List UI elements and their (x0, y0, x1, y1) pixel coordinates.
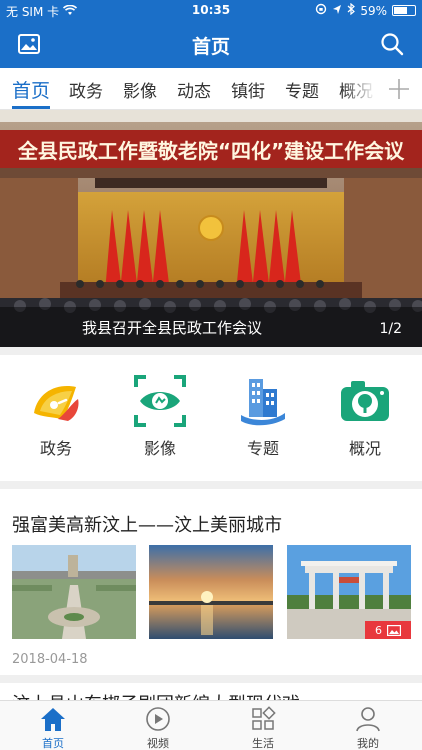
article-title[interactable]: 强富美高新汶上——汶上美丽城市 (12, 511, 282, 537)
quick-label-government: 政务 (39, 439, 72, 458)
grid-icon (252, 706, 276, 730)
tab-government[interactable]: 政务 (69, 77, 103, 102)
quick-menu: 政务 影像 专题 概况 (0, 355, 422, 481)
camera-tree-icon (341, 381, 389, 421)
quick-label-images: 影像 (143, 439, 176, 458)
article-thumb-1[interactable] (12, 545, 136, 639)
battery-icon (392, 5, 416, 16)
tab-topics[interactable]: 专题 (285, 77, 319, 102)
tabbar-label-video: 视频 (147, 737, 169, 750)
active-tab-indicator (12, 106, 50, 109)
tab-images[interactable]: 影像 (123, 77, 157, 102)
plus-icon (389, 79, 409, 99)
buildings-icon (241, 379, 285, 426)
bottom-tab-bar: 首页 视频 生活 我的 (0, 700, 422, 750)
tab-home[interactable]: 首页 (12, 76, 50, 103)
photo-count-badge: 6 (365, 621, 411, 639)
quick-label-overview: 概况 (348, 439, 381, 458)
quick-label-topics: 专题 (246, 439, 279, 458)
tabbar-label-mine: 我的 (357, 737, 379, 750)
tabbar-life[interactable]: 生活 (228, 705, 298, 750)
article-thumb-3[interactable]: 6 (287, 545, 411, 639)
scroll-icon (34, 386, 79, 421)
banner-carousel[interactable]: 全县民政工作暨敬老院“四化”建设工作会议 我县召开全县民政工作会议 1/2 (0, 110, 422, 347)
article-date: 2018-04-18 (12, 652, 88, 667)
quick-item-overview[interactable]: 概况 (325, 373, 405, 459)
home-icon (41, 708, 65, 731)
tabbar-home[interactable]: 首页 (18, 705, 88, 750)
eye-scan-icon (134, 375, 186, 427)
quick-item-topics[interactable]: 专题 (223, 373, 303, 459)
sunset-lake-photo (149, 545, 273, 639)
tabbar-video[interactable]: 视频 (123, 705, 193, 750)
rotation-lock-icon (315, 3, 327, 18)
article-card[interactable]: 强富美高新汶上——汶上美丽城市 6 2018-04-18 (0, 489, 422, 699)
tabbar-label-life: 生活 (252, 737, 274, 750)
play-icon (146, 707, 170, 731)
bluetooth-icon (347, 2, 356, 18)
article-thumb-2[interactable] (149, 545, 273, 639)
tab-news[interactable]: 动态 (177, 77, 211, 102)
gallery-icon (387, 624, 401, 636)
banner-headline: 全县民政工作暨敬老院“四化”建设工作会议 (17, 139, 405, 163)
banner-pager: 1/2 (379, 321, 402, 337)
category-tabs: 首页 政务 影像 动态 镇街 专题 概况 (0, 68, 422, 110)
location-icon (332, 4, 342, 18)
person-icon (356, 707, 380, 732)
quick-item-images[interactable]: 影像 (120, 373, 200, 459)
photo-count: 6 (375, 623, 382, 637)
status-bar: 无 SIM 卡 10:35 59% (0, 0, 422, 22)
top-bar: 无 SIM 卡 10:35 59% 首页 (0, 0, 422, 68)
tabbar-mine[interactable]: 我的 (333, 705, 403, 750)
page-title: 首页 (191, 36, 230, 58)
battery-percent: 59% (360, 3, 387, 18)
search-icon[interactable] (380, 32, 404, 56)
tab-towns[interactable]: 镇街 (231, 77, 265, 102)
plaza-photo (12, 545, 136, 639)
nav-bar: 首页 (0, 22, 422, 68)
banner-caption[interactable]: 我县召开全县民政工作会议 (82, 317, 262, 338)
tabbar-label-home: 首页 (42, 737, 64, 750)
quick-item-government[interactable]: 政务 (16, 373, 96, 459)
add-tab-button[interactable] (376, 68, 422, 109)
